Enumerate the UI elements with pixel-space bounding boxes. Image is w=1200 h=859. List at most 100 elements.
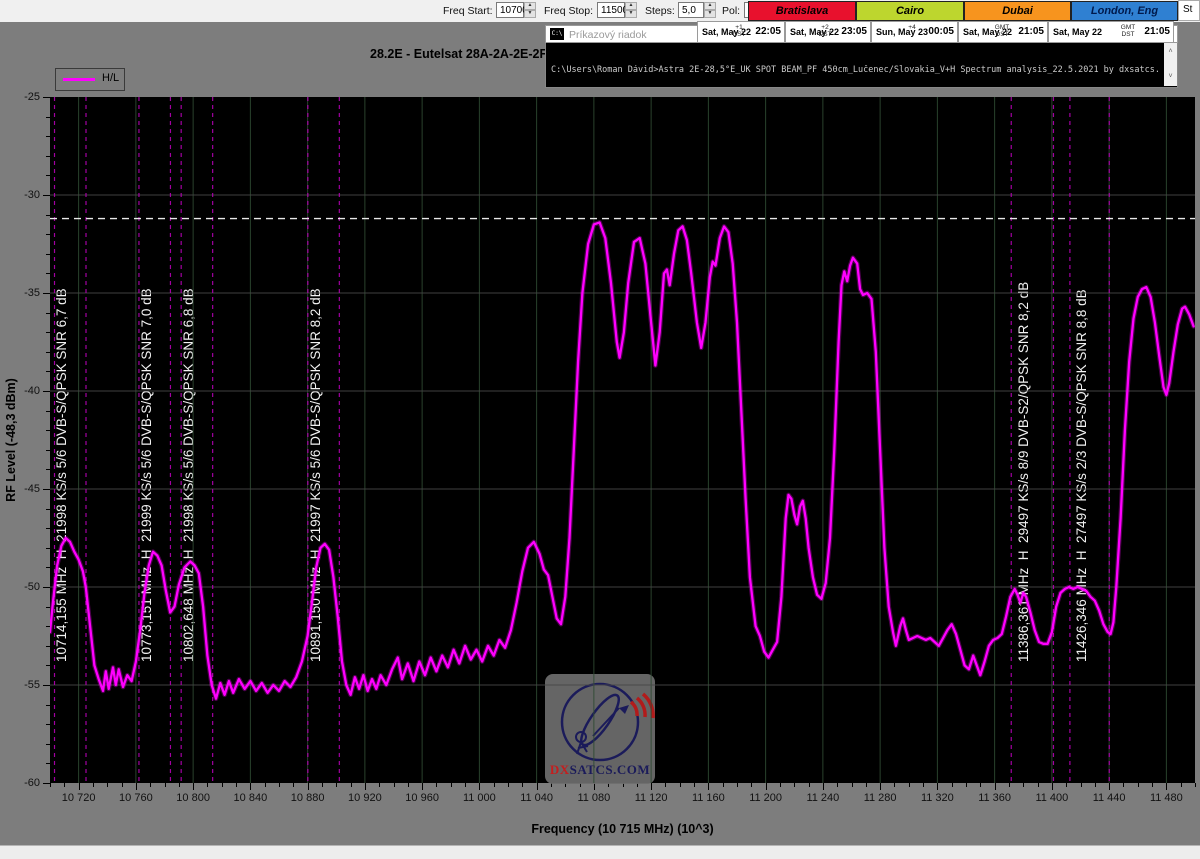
axis-tick xyxy=(751,783,752,787)
clock-offset: +1DST xyxy=(728,24,750,38)
x-tick-label: 11 160 xyxy=(678,792,738,804)
axis-tick xyxy=(465,783,466,787)
axis-tick xyxy=(737,783,738,787)
axis-tick xyxy=(680,783,681,787)
axis-tick xyxy=(909,783,910,787)
freq-start-input[interactable]: 10700 xyxy=(496,2,524,18)
scroll-up-icon[interactable]: ˄ xyxy=(1164,45,1177,58)
x-axis-label: Frequency (10 715 MHz) (10^3) xyxy=(450,822,795,836)
axis-tick xyxy=(43,783,50,784)
spin-up-icon[interactable]: ▲ xyxy=(704,2,716,10)
x-tick-label: 11 120 xyxy=(621,792,681,804)
clock-cell: Sat, May 22 GMTDST 21:05 xyxy=(958,21,1048,43)
axis-tick xyxy=(336,783,337,787)
clock-time: 21:05 xyxy=(1018,26,1044,37)
spin-up-icon[interactable]: ▲ xyxy=(625,2,637,10)
axis-tick xyxy=(508,783,509,787)
clock-header-bratislava: Bratislava xyxy=(748,1,856,21)
axis-tick xyxy=(122,783,123,787)
y-tick-label: -60 xyxy=(10,777,40,789)
axis-tick xyxy=(43,685,50,686)
axis-tick xyxy=(1181,783,1182,787)
axis-tick xyxy=(93,783,94,787)
bottom-statusbar xyxy=(0,845,1200,859)
y-tick-label: -45 xyxy=(10,483,40,495)
x-tick-label: 11 360 xyxy=(965,792,1025,804)
x-tick-label: 11 240 xyxy=(793,792,853,804)
x-tick-label: 11 040 xyxy=(507,792,567,804)
axis-tick xyxy=(723,783,724,787)
steps-input[interactable]: 5,0 xyxy=(678,2,704,18)
y-tick-label: -35 xyxy=(10,287,40,299)
x-tick-label: 10 840 xyxy=(220,792,280,804)
y-tick-label: -55 xyxy=(10,679,40,691)
freq-stop-input[interactable]: 11500 xyxy=(597,2,625,18)
axis-tick xyxy=(436,783,437,787)
freq-start-label: Freq Start: xyxy=(443,5,493,17)
axis-tick xyxy=(43,489,50,490)
spin-down-icon[interactable]: ▼ xyxy=(704,10,716,18)
x-tick-label: 10 920 xyxy=(335,792,395,804)
x-tick-label: 11 000 xyxy=(449,792,509,804)
axis-tick xyxy=(1138,783,1139,787)
spin-up-icon[interactable]: ▲ xyxy=(524,2,536,10)
x-tick-label: 10 960 xyxy=(392,792,452,804)
x-tick-label: 10 880 xyxy=(278,792,338,804)
axis-tick xyxy=(250,783,251,790)
axis-tick xyxy=(809,783,810,787)
axis-tick xyxy=(980,783,981,787)
axis-tick xyxy=(43,195,50,196)
axis-tick xyxy=(1009,783,1010,787)
x-tick-label: 11 080 xyxy=(564,792,624,804)
axis-tick xyxy=(150,783,151,787)
axis-tick xyxy=(265,783,266,787)
clock-header-partial: St xyxy=(1178,0,1200,21)
spin-down-icon[interactable]: ▼ xyxy=(524,10,536,18)
legend: H/L xyxy=(55,68,125,91)
axis-tick xyxy=(365,783,366,790)
axis-tick xyxy=(193,783,194,790)
axis-tick xyxy=(1152,783,1153,787)
axis-tick xyxy=(50,783,51,787)
steps-label: Steps: xyxy=(645,5,675,17)
axis-tick xyxy=(1109,783,1110,790)
axis-tick xyxy=(64,783,65,787)
x-tick-label: 11 480 xyxy=(1136,792,1196,804)
axis-tick xyxy=(1038,783,1039,787)
clock-cell: Sat, May 22 +1DST 22:05 xyxy=(697,21,785,43)
axis-tick xyxy=(165,783,166,787)
freq-start-spinner[interactable]: ▲ ▼ xyxy=(524,2,536,18)
console-scrollbar[interactable]: ˄ ˅ xyxy=(1164,43,1177,86)
freq-stop-label: Freq Stop: xyxy=(544,5,593,17)
axis-tick xyxy=(966,783,967,787)
clock-header-london: London, Eng xyxy=(1071,1,1178,21)
legend-label: H/L xyxy=(102,72,119,84)
chart-title: 28.2E - Eutelsat 28A-2A-2E-2F (TB xyxy=(370,47,571,61)
clock-offset: GMTDST xyxy=(991,24,1013,38)
console-window-title: Príkazový riadok xyxy=(569,29,647,41)
axis-tick xyxy=(1066,783,1067,787)
axis-tick xyxy=(43,587,50,588)
axis-tick xyxy=(952,783,953,787)
axis-tick xyxy=(494,783,495,787)
axis-tick xyxy=(379,783,380,787)
spin-down-icon[interactable]: ▼ xyxy=(625,10,637,18)
x-tick-label: 11 400 xyxy=(1022,792,1082,804)
plot-area: DXSATCS.COM xyxy=(50,97,1195,783)
freq-stop-spinner[interactable]: ▲ ▼ xyxy=(625,2,637,18)
axis-tick xyxy=(1023,783,1024,787)
clock-cell: Sat, May 22 GMTDST 21:05 xyxy=(1048,21,1174,43)
steps-spinner[interactable]: ▲ ▼ xyxy=(704,2,716,18)
axis-tick xyxy=(1081,783,1082,787)
clock-time: 22:05 xyxy=(755,26,781,37)
axis-tick xyxy=(394,783,395,787)
axis-tick xyxy=(207,783,208,787)
axis-tick xyxy=(43,97,50,98)
clock-header-cairo: Cairo xyxy=(856,1,964,21)
clock-time: 00:05 xyxy=(928,26,954,37)
axis-tick xyxy=(222,783,223,787)
clock-offset: +4 xyxy=(901,24,923,31)
scroll-down-icon[interactable]: ˅ xyxy=(1164,70,1177,83)
axis-tick xyxy=(236,783,237,787)
axis-tick xyxy=(1195,783,1196,787)
